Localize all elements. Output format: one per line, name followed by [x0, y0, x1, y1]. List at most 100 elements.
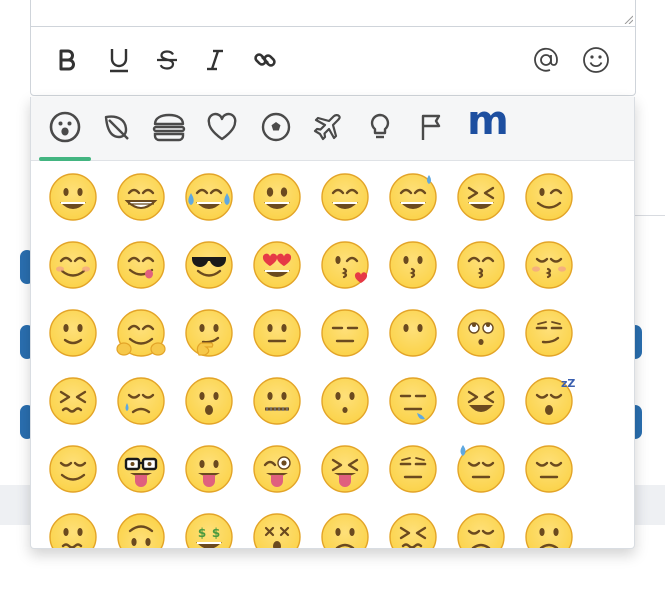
emoji-disappointed-relieved[interactable]: [107, 367, 175, 435]
emoji-kissing-closed-eyes[interactable]: [515, 231, 583, 299]
burger-icon: [152, 113, 186, 142]
emoji-smiley[interactable]: [243, 163, 311, 231]
emoji-money-mouth[interactable]: $ $: [175, 503, 243, 548]
emoji-sunglasses[interactable]: [175, 231, 243, 299]
emoji-hushed[interactable]: [311, 367, 379, 435]
emoji-upside-down[interactable]: [107, 503, 175, 548]
grinning-emoji-icon: [49, 173, 97, 221]
emoji-stuck-out-tongue-winking-eye[interactable]: [243, 435, 311, 503]
emoji-confused[interactable]: [39, 503, 107, 548]
strikethrough-button[interactable]: [149, 42, 185, 78]
category-tab-activity[interactable]: [256, 107, 296, 147]
category-tab-food[interactable]: [149, 107, 189, 147]
emoji-no-mouth[interactable]: [379, 299, 447, 367]
persevere-emoji-icon: [49, 377, 97, 425]
emoji-sleepy[interactable]: [379, 367, 447, 435]
category-tab-objects[interactable]: [360, 107, 400, 147]
message-input[interactable]: [31, 0, 635, 27]
emoji-grinning[interactable]: [39, 163, 107, 231]
emoji-rolling-eyes[interactable]: [447, 299, 515, 367]
emoji-tired[interactable]: [447, 367, 515, 435]
emoji-worried[interactable]: [515, 503, 583, 548]
emoji-expressionless[interactable]: [311, 299, 379, 367]
underline-icon: [110, 49, 128, 73]
emoji-zipper-mouth[interactable]: [243, 367, 311, 435]
emoji-button[interactable]: [578, 42, 614, 78]
emoji-sleeping[interactable]: zZ: [515, 367, 583, 435]
emoji-sweat[interactable]: [447, 435, 515, 503]
category-tab-flags[interactable]: [411, 107, 451, 147]
frowning-emoji-icon: [321, 513, 369, 548]
emoji-yum[interactable]: [107, 231, 175, 299]
mention-button[interactable]: [528, 42, 564, 78]
confused-emoji-icon: [49, 513, 97, 548]
emoji-disappointed[interactable]: [447, 503, 515, 548]
emoji-stuck-out-tongue[interactable]: [175, 435, 243, 503]
emoji-heart-eyes[interactable]: [243, 231, 311, 299]
emoji-neutral[interactable]: [243, 299, 311, 367]
emoji-kissing[interactable]: [379, 231, 447, 299]
kissing-emoji-icon: [389, 241, 437, 289]
link-button[interactable]: [247, 42, 283, 78]
emoji-smile[interactable]: [311, 163, 379, 231]
category-tab-travel[interactable]: [308, 107, 348, 147]
emoji-persevere[interactable]: [39, 367, 107, 435]
disappointed-relieved-emoji-icon: [117, 377, 165, 425]
category-tab-smileys[interactable]: [39, 107, 91, 161]
svg-text:zZ: zZ: [561, 377, 575, 390]
emoji-wink[interactable]: [515, 163, 583, 231]
wink-emoji-icon: [525, 173, 573, 221]
emoji-frowning[interactable]: [311, 503, 379, 548]
emoji-nerd[interactable]: [107, 435, 175, 503]
message-editor: [30, 0, 636, 96]
sweat-smile-emoji-icon: [389, 173, 437, 221]
underline-button[interactable]: [101, 42, 137, 78]
emoji-hugging[interactable]: [107, 299, 175, 367]
emoji-kissing-heart[interactable]: [311, 231, 379, 299]
smiley-emoji-icon: [253, 173, 301, 221]
grin-emoji-icon: [117, 173, 165, 221]
emoji-sweat-smile[interactable]: [379, 163, 447, 231]
category-tab-symbols[interactable]: [202, 107, 242, 147]
emoji-grin[interactable]: [107, 163, 175, 231]
stuck-out-tongue-closed-eyes-emoji-icon: [321, 445, 369, 493]
sweat-emoji-icon: [457, 445, 505, 493]
emoji-joy[interactable]: [175, 163, 243, 231]
sleeping-emoji-icon: zZ: [525, 377, 575, 425]
emoji-unamused[interactable]: [379, 435, 447, 503]
emoji-confounded[interactable]: [379, 503, 447, 548]
emoji-picker: m zZ $ $: [30, 97, 635, 549]
stuck-out-tongue-winking-eye-emoji-icon: [253, 445, 301, 493]
background-divider: [634, 215, 665, 216]
emoji-relieved[interactable]: [39, 435, 107, 503]
emoji-pensive[interactable]: [515, 435, 583, 503]
italic-button[interactable]: [197, 42, 233, 78]
emoji-smirk[interactable]: [515, 299, 583, 367]
lightbulb-icon: [370, 113, 390, 139]
soccer-ball-icon: [261, 112, 291, 142]
category-tab-custom[interactable]: m: [464, 98, 512, 144]
resize-grip-icon[interactable]: [623, 14, 633, 24]
emoji-stuck-out-tongue-closed-eyes[interactable]: [311, 435, 379, 503]
emoji-blush[interactable]: [39, 231, 107, 299]
emoji-open-mouth[interactable]: [175, 367, 243, 435]
strikethrough-icon: [157, 50, 177, 70]
category-tab-nature[interactable]: [97, 107, 137, 147]
smile-emoji-icon: [321, 173, 369, 221]
svg-text:$: $: [212, 526, 220, 540]
emoji-laughing[interactable]: [447, 163, 515, 231]
emoji-thinking[interactable]: [175, 299, 243, 367]
sleepy-emoji-icon: [389, 377, 437, 425]
confounded-emoji-icon: [389, 513, 437, 548]
italic-icon: [207, 49, 223, 71]
money-mouth-emoji-icon: $ $: [185, 513, 233, 548]
emoji-slight-smile[interactable]: [39, 299, 107, 367]
flag-icon: [421, 114, 441, 140]
emoji-kissing-smiling-eyes[interactable]: [447, 231, 515, 299]
emoji-astonished[interactable]: [243, 503, 311, 548]
bold-button[interactable]: [49, 42, 85, 78]
slight-smile-emoji-icon: [49, 309, 97, 357]
expressionless-emoji-icon: [321, 309, 369, 357]
emoji-category-bar: m: [31, 97, 634, 161]
smirk-emoji-icon: [525, 309, 573, 357]
